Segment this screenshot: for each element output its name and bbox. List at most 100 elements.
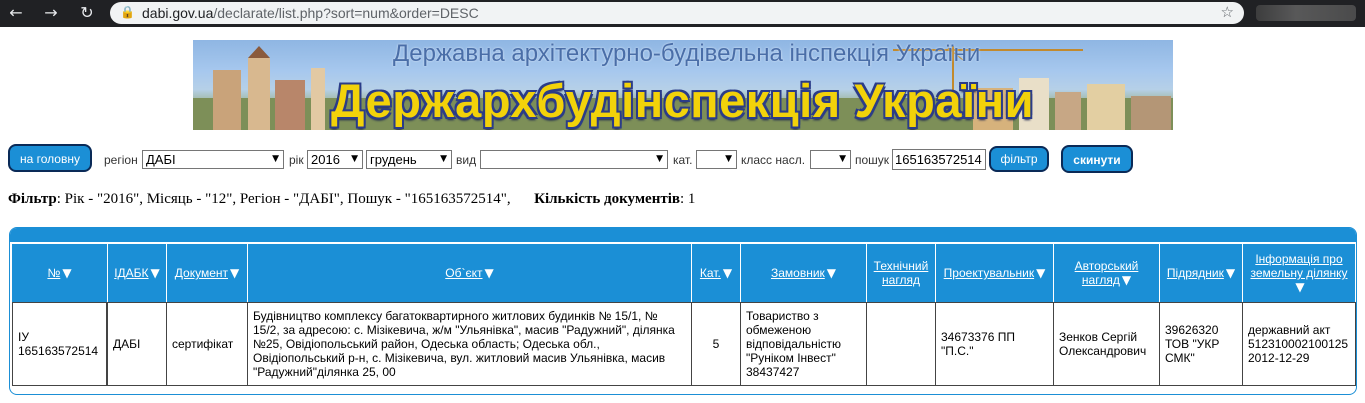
forward-icon[interactable]: → [40,3,62,23]
cell-num-text: ІУ 165163572514 [18,330,99,358]
cell-idabk-text: ДАБІ [113,337,141,351]
class-select[interactable]: ▼ [810,150,851,169]
banner-subtitle: Державна архітектурно-будівельна інспекц… [393,40,981,67]
cell-object: Будівництво комплексу багатоквартирного … [247,302,692,386]
cell-document-text: сертифікат [172,337,234,351]
sort-link-tech-line2[interactable]: нагляд [882,273,920,287]
sort-link-tech-line1[interactable]: Технічний [874,259,929,273]
type-select[interactable]: ▼ [480,150,668,169]
document-count-value: : 1 [679,191,696,207]
sort-arrow-icon: ▼ [484,266,494,280]
extensions-area [1256,5,1356,21]
sort-link-designer[interactable]: Проектувальник [944,266,1034,280]
url-path: /declarate/list.php?sort=num&order=DESC [213,5,479,21]
cell-contractor-text: 39626320 ТОВ "УКР СМК" [1165,323,1220,365]
cell-object-text: Будівництво комплексу багатоквартирного … [253,309,675,379]
filter-summary: Фільтр: Рік - "2016", Місяць - "12", Рег… [8,191,695,208]
column-header-author-supervision[interactable]: Авторський нагляд ▼ [1054,244,1159,302]
region-value: ДАБІ [146,152,176,167]
chevron-down-icon: ▼ [725,154,732,164]
cell-designer: 34673376 ПП "П.С." [935,302,1054,386]
cell-customer: Товариство з обмеженою відповідальністю … [740,302,867,386]
sort-arrow-icon: ▼ [150,266,160,280]
table-top-bar [10,228,1356,242]
category-label: кат. [673,153,693,167]
sort-link-idabk[interactable]: ІДАБК [114,266,148,280]
sort-link-land-line1[interactable]: Інформація про [1255,252,1342,266]
cell-tech-supervision [866,302,936,386]
filter-button[interactable]: фільтр [989,146,1049,172]
column-header-object[interactable]: Об`єкт ▼ [248,244,691,302]
chevron-down-icon: ▼ [351,154,358,164]
sort-arrow-icon: ▼ [826,266,837,280]
column-header-designer[interactable]: Проектувальник ▼ [936,244,1053,302]
url-text[interactable]: dabi.gov.ua/declarate/list.php?sort=num&… [142,5,479,21]
chevron-down-icon: ▼ [656,154,663,164]
address-bar[interactable]: 🔒 dabi.gov.ua/declarate/list.php?sort=nu… [110,2,1244,24]
search-label: пошук [855,153,890,167]
column-header-category[interactable]: Кат. ▼ [692,244,740,302]
cell-designer-text: 34673376 ПП "П.С." [941,330,1015,358]
cell-author-supervision: Зенков Сергій Олександрович [1053,302,1160,386]
sort-link-author-line2[interactable]: нагляд [1082,273,1120,287]
lock-icon: 🔒 [120,5,135,19]
url-host: dabi.gov.ua [142,5,214,21]
bookmark-star-icon[interactable]: ☆ [1221,3,1234,21]
site-banner: Державна архітектурно-будівельна інспекц… [193,40,1173,130]
search-input[interactable]: 165163572514 [892,149,986,170]
cell-idabk: ДАБІ [107,302,167,386]
category-select[interactable]: ▼ [696,150,737,169]
column-header-document[interactable]: Документ ▼ [167,244,247,302]
month-select[interactable]: грудень ▼ [366,150,452,169]
column-header-contractor[interactable]: Підрядник ▼ [1160,244,1242,302]
column-header-tech-supervision[interactable]: Технічний нагляд [867,244,935,302]
sort-link-object[interactable]: Об`єкт [445,266,482,280]
sort-link-document[interactable]: Документ [175,266,228,280]
home-button[interactable]: на головну [8,144,92,172]
region-label: регіон [104,153,138,167]
month-value: грудень [370,152,417,167]
cell-category: 5 [691,302,741,386]
declarations-table: № ▼ ІДАБК ▼ Документ ▼ Об`єкт ▼ Кат. ▼ Замовн… [9,227,1357,395]
document-count-label: Кількість документів [534,191,680,207]
region-select[interactable]: ДАБІ ▼ [142,150,284,169]
column-header-land-info[interactable]: Інформація про земельну ділянку ▼ [1243,244,1355,302]
chevron-down-icon: ▼ [440,154,447,164]
year-select[interactable]: 2016 ▼ [307,150,363,169]
sort-link-customer[interactable]: Замовник [771,266,825,280]
chevron-down-icon: ▼ [272,154,279,164]
sort-link-contractor[interactable]: Підрядник [1167,266,1224,280]
cell-document: сертифікат [166,302,248,386]
class-label: класс насл. [741,153,806,167]
reset-button[interactable]: скинути [1061,145,1133,173]
filter-summary-text: : Рік - "2016", Місяць - "12", Регіон - … [56,191,511,207]
reload-icon[interactable]: ↻ [76,3,98,23]
cell-customer-text: Товариство з обмеженою відповідальністю … [746,309,841,379]
column-header-num[interactable]: № ▼ [12,244,107,302]
sort-arrow-icon: ▼ [1295,280,1305,294]
browser-toolbar: ← → ↻ 🔒 dabi.gov.ua/declarate/list.php?s… [0,0,1365,27]
sort-arrow-icon: ▼ [62,266,72,280]
sort-arrow-icon: ▼ [230,266,240,280]
cell-category-text: 5 [712,337,720,351]
cell-author-text: Зенков Сергій Олександрович [1059,330,1147,358]
cell-contractor: 39626320 ТОВ "УКР СМК" [1159,302,1243,386]
type-label: вид [456,153,477,167]
sort-arrow-icon: ▼ [722,266,733,280]
sort-link-num[interactable]: № [47,266,60,280]
column-header-idabk[interactable]: ІДАБК ▼ [108,244,166,302]
sort-link-category[interactable]: Кат. [700,266,721,280]
cell-land-info: державний акт 512310002100125 2012-12-29 [1242,302,1356,386]
banner-title: Держархбудінспекція України [331,74,1035,127]
sort-arrow-icon: ▼ [1036,266,1046,280]
year-label: рік [289,153,304,167]
column-header-customer[interactable]: Замовник ▼ [741,244,866,302]
chevron-down-icon: ▼ [839,154,846,164]
filter-summary-label: Фільтр [8,191,57,207]
sort-link-land-line2[interactable]: земельну ділянку [1251,266,1348,280]
year-value: 2016 [311,152,340,167]
sort-link-author-line1[interactable]: Авторський [1075,259,1139,273]
back-icon[interactable]: ← [5,3,27,23]
sort-arrow-icon: ▼ [1121,273,1132,287]
sort-arrow-icon: ▼ [1225,266,1236,280]
